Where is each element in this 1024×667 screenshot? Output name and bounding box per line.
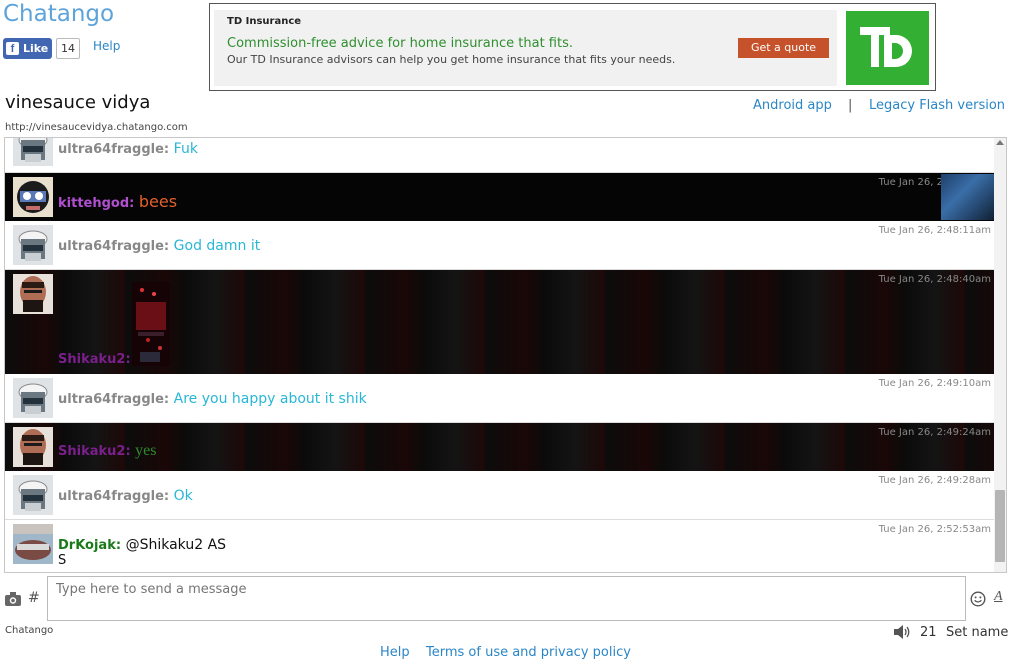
chat-message: ultra64fraggle: God damn it Tue Jan 26, … [5, 221, 995, 270]
chat-message: ultra64fraggle: Are you happy about it s… [5, 374, 995, 423]
message-timestamp: Tue Jan 26, 2:48:11am [878, 225, 991, 236]
td-logo[interactable] [846, 11, 929, 85]
facebook-icon: f [6, 42, 19, 55]
message-text-continued: S [58, 553, 67, 568]
ad-headline[interactable]: Commission-free advice for home insuranc… [227, 36, 573, 51]
message-timestamp: Tue Jan 26, 2:49:28am [878, 475, 991, 486]
room-title: vinesauce vidya [5, 92, 151, 113]
chat-scrollbar-thumb[interactable] [995, 490, 1005, 562]
set-name-link[interactable]: Set name [946, 625, 1008, 640]
room-url: http://vinesaucevidya.chatango.com [5, 122, 188, 133]
user-avatar[interactable] [13, 177, 53, 217]
speaker-icon[interactable] [893, 624, 911, 644]
ad-body-text: Our TD Insurance advisors can help you g… [227, 53, 676, 66]
message-background-image [941, 174, 995, 220]
message-text: Fuk [173, 141, 198, 157]
message-timestamp: Tue Jan 26, 2:49:24am [878, 427, 991, 438]
user-avatar[interactable] [13, 378, 53, 418]
message-text: Are you happy about it shik [173, 391, 367, 407]
message-username-ultra64fraggle[interactable]: ultra64fraggle: God damn it [58, 238, 260, 254]
user-avatar[interactable] [13, 225, 53, 265]
message-username-kittehgod[interactable]: kittehgod: bees [58, 192, 177, 211]
terms-privacy-link[interactable]: Terms of use and privacy policy [426, 645, 631, 660]
message-username-ultra64fraggle[interactable]: ultra64fraggle: Ok [58, 488, 193, 504]
user-avatar[interactable] [13, 138, 53, 166]
message-text: @Shikaku2 AS [125, 537, 227, 553]
font-settings-button[interactable]: A [994, 589, 1003, 605]
android-app-link[interactable]: Android app [753, 98, 832, 113]
hashtag-button[interactable]: # [28, 590, 40, 606]
message-timestamp: Tue Jan 26, 2:49:10am [878, 378, 991, 389]
message-username-ultra64fraggle[interactable]: ultra64fraggle: Are you happy about it s… [58, 391, 367, 407]
chat-message: DrKojak: @Shikaku2 AS S Tue Jan 26, 2:52… [5, 520, 995, 572]
message-text: yes [135, 442, 157, 459]
message-timestamp: Tue Jan 26, 2:52:53am [878, 524, 991, 535]
facebook-like-label: Like [23, 42, 49, 55]
chat-message-list[interactable]: ultra64fraggle: Fuk kittehgod: bees Tue … [4, 137, 1007, 573]
header-help-link[interactable]: Help [93, 39, 120, 53]
message-username-ultra64fraggle[interactable]: ultra64fraggle: Fuk [58, 141, 198, 157]
facebook-like-button[interactable]: f Like [3, 38, 52, 59]
posted-image[interactable] [132, 282, 170, 366]
legacy-flash-link[interactable]: Legacy Flash version [869, 98, 1005, 113]
user-avatar[interactable] [13, 274, 53, 314]
ad-brand: TD Insurance [227, 16, 302, 27]
message-text: Ok [173, 488, 193, 504]
td-logo-icon [846, 11, 929, 85]
chat-message: Shikaku2: Tue Jan 26, 2:48:40am [5, 270, 995, 374]
get-quote-button[interactable]: Get a quote [738, 38, 829, 58]
user-count[interactable]: 21 [920, 625, 937, 640]
message-text: God damn it [173, 238, 261, 254]
chatango-logo[interactable]: Chatango [3, 1, 114, 27]
facebook-like-count: 14 [56, 38, 80, 59]
footer-help-link[interactable]: Help [380, 645, 410, 660]
chat-message: kittehgod: bees Tue Jan 26, 2:48:01am [5, 173, 995, 221]
chat-message: ultra64fraggle: Fuk [5, 138, 995, 173]
message-input[interactable] [47, 576, 966, 621]
link-separator: | [848, 98, 853, 113]
emoticon-icon[interactable] [970, 591, 986, 611]
message-text: bees [138, 192, 178, 211]
user-avatar[interactable] [13, 427, 53, 467]
user-avatar[interactable] [13, 475, 53, 515]
footer-brand[interactable]: Chatango [5, 625, 53, 636]
message-username-shikaku2[interactable]: Shikaku2: [58, 352, 131, 367]
message-username-drkojak[interactable]: DrKojak: @Shikaku2 AS [58, 537, 226, 553]
message-timestamp: Tue Jan 26, 2:48:40am [878, 274, 991, 285]
camera-icon[interactable] [5, 591, 21, 610]
message-username-shikaku2[interactable]: Shikaku2: yes [58, 442, 157, 460]
user-avatar[interactable] [13, 524, 53, 564]
scroll-up-icon[interactable] [996, 140, 1004, 145]
chat-message: Shikaku2: yes Tue Jan 26, 2:49:24am [5, 423, 995, 471]
chat-message: ultra64fraggle: Ok Tue Jan 26, 2:49:28am [5, 471, 995, 520]
